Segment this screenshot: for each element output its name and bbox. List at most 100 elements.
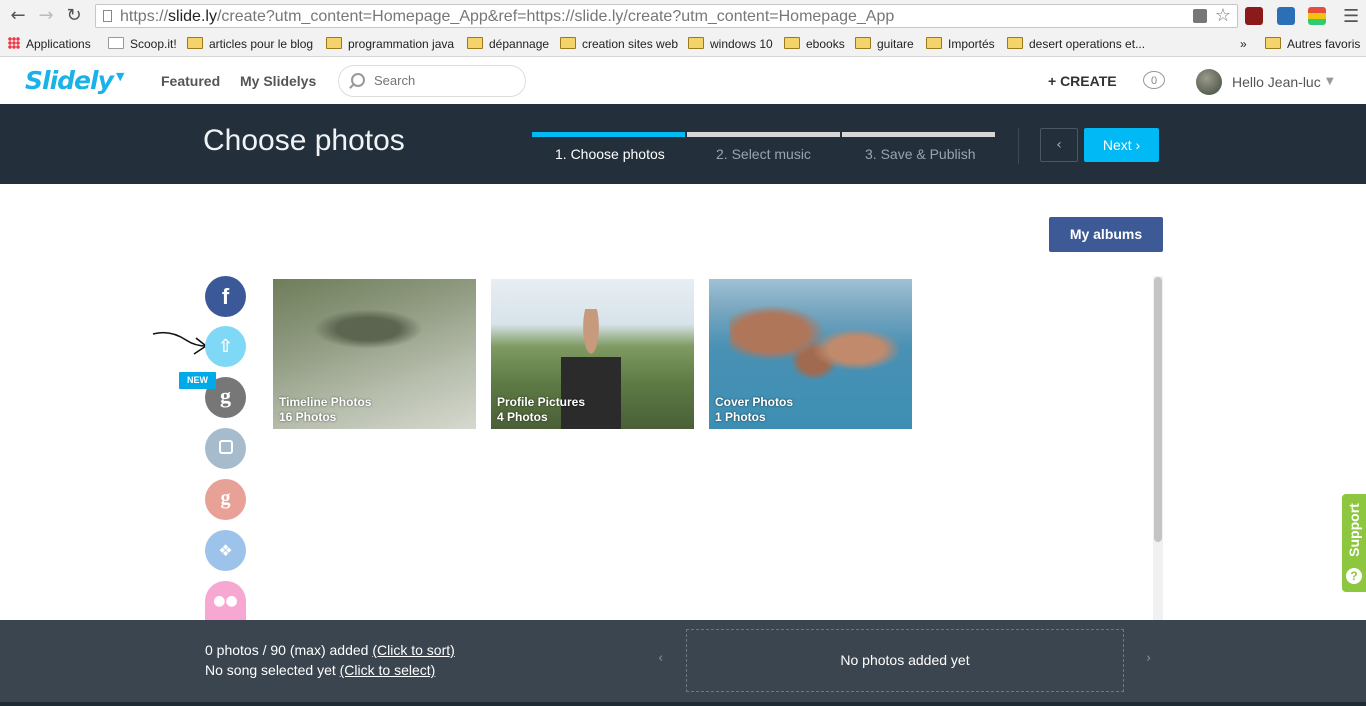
- bookmark-folder[interactable]: desert operations et...: [1007, 36, 1145, 52]
- bookmark-folder[interactable]: windows 10: [688, 36, 773, 52]
- click-to-sort-link[interactable]: (Click to sort): [372, 642, 454, 658]
- instagram-source-button[interactable]: [205, 428, 246, 469]
- divider: [1018, 128, 1019, 164]
- upload-icon: ⇧: [217, 336, 234, 357]
- folder-icon: [560, 37, 576, 49]
- bookmarks-bar: Applications Scoop.it! articles pour le …: [0, 33, 1366, 57]
- next-button[interactable]: Next ›: [1084, 128, 1159, 162]
- page-title: Choose photos: [203, 124, 405, 157]
- flickr-icon: ●●: [213, 593, 238, 609]
- bookmark-folder[interactable]: ebooks: [784, 36, 845, 52]
- bookmark-other-favorites[interactable]: Autres favoris: [1265, 36, 1360, 52]
- create-button[interactable]: + CREATE: [1048, 73, 1117, 89]
- album-caption: Cover Photos 1 Photos: [715, 395, 794, 424]
- folder-icon: [467, 37, 483, 49]
- page-icon: [108, 37, 124, 49]
- my-albums-button[interactable]: My albums: [1049, 217, 1163, 252]
- ublock-icon[interactable]: [1245, 7, 1263, 25]
- user-menu-chevron-icon[interactable]: ▼: [1326, 76, 1334, 87]
- extension-s-icon[interactable]: [1277, 7, 1295, 25]
- search-icon: [351, 73, 365, 87]
- album-caption: Timeline Photos 16 Photos: [279, 395, 372, 424]
- bottom-strip: [0, 702, 1366, 706]
- wizard-header: Choose photos 1. Choose photos 2. Select…: [0, 104, 1366, 184]
- footer-bar: 0 photos / 90 (max) added (Click to sort…: [0, 620, 1366, 706]
- browser-toolbar: ← → ↻ https://slide.ly/create?utm_conten…: [0, 0, 1366, 33]
- bookmark-folder[interactable]: articles pour le blog: [187, 36, 313, 52]
- getty-icon: g: [220, 383, 231, 408]
- folder-icon: [784, 37, 800, 49]
- google-source-button[interactable]: g: [205, 479, 246, 520]
- chevron-left-icon[interactable]: ‹: [658, 651, 663, 666]
- address-bar[interactable]: https://slide.ly/create?utm_content=Home…: [95, 4, 1238, 28]
- bookmark-applications[interactable]: Applications: [8, 36, 91, 52]
- facebook-source-button[interactable]: f: [205, 276, 246, 317]
- photos-count-line: 0 photos / 90 (max) added (Click to sort…: [205, 642, 455, 658]
- support-tab[interactable]: Support ?: [1342, 494, 1366, 592]
- song-line: No song selected yet (Click to select): [205, 662, 436, 678]
- scrollbar-thumb[interactable]: [1154, 277, 1162, 542]
- site-header: Slidely ▼ Featured My Slidelys + CREATE …: [0, 57, 1366, 105]
- apps-grid-icon: [8, 37, 20, 49]
- nav-featured[interactable]: Featured: [161, 73, 220, 89]
- url-text[interactable]: https://slide.ly/create?utm_content=Home…: [120, 8, 894, 26]
- folder-icon: [688, 37, 704, 49]
- avatar[interactable]: [1196, 69, 1222, 95]
- album-timeline-photos[interactable]: Timeline Photos 16 Photos: [273, 279, 476, 429]
- bookmark-scoopit[interactable]: Scoop.it!: [108, 36, 177, 52]
- back-icon[interactable]: ←: [8, 6, 28, 26]
- search-input[interactable]: [372, 72, 516, 89]
- click-to-select-link[interactable]: (Click to select): [340, 662, 436, 678]
- search-box[interactable]: [338, 65, 526, 97]
- help-icon: ?: [1346, 568, 1362, 584]
- google-icon: g: [220, 487, 231, 509]
- folder-icon: [855, 37, 871, 49]
- folder-icon: [187, 37, 203, 49]
- step-save-publish[interactable]: 3. Save & Publish: [865, 146, 976, 162]
- folder-icon: [1007, 37, 1023, 49]
- facebook-icon: f: [221, 284, 230, 309]
- user-greeting[interactable]: Hello Jean-luc: [1232, 74, 1321, 90]
- step-progress-2: [687, 132, 840, 137]
- album-thumbnail: [729, 289, 899, 399]
- previous-button[interactable]: ‹: [1040, 128, 1078, 162]
- new-badge: NEW: [179, 372, 216, 389]
- page-icon: [103, 10, 112, 22]
- bookmark-star-icon[interactable]: ☆: [1215, 5, 1231, 26]
- hand-drawn-arrow-annotation: [152, 331, 208, 355]
- step-progress-1: [532, 132, 685, 137]
- step-progress-3: [842, 132, 995, 137]
- translate-icon[interactable]: [1193, 9, 1207, 23]
- album-thumbnail: [313, 309, 423, 349]
- step-select-music[interactable]: 2. Select music: [716, 146, 811, 162]
- flickr-source-button[interactable]: ●●: [205, 581, 246, 620]
- bookmark-folder[interactable]: creation sites web: [560, 36, 678, 52]
- photos-drop-zone[interactable]: No photos added yet: [686, 629, 1124, 692]
- bookmarks-overflow[interactable]: »: [1240, 36, 1247, 52]
- bookmark-folder[interactable]: guitare: [855, 36, 914, 52]
- album-profile-pictures[interactable]: Profile Pictures 4 Photos: [491, 279, 694, 429]
- nav-my-slidelys[interactable]: My Slidelys: [240, 73, 316, 89]
- slidely-logo[interactable]: Slidely: [25, 66, 114, 95]
- chevron-right-icon[interactable]: ›: [1146, 651, 1151, 666]
- dropbox-source-button[interactable]: ❖: [205, 530, 246, 571]
- reload-icon[interactable]: ↻: [64, 6, 84, 26]
- instagram-icon: [218, 440, 233, 454]
- folder-icon: [326, 37, 342, 49]
- bookmark-folder[interactable]: dépannage: [467, 36, 549, 52]
- extension-color-icon[interactable]: [1308, 7, 1326, 25]
- upload-source-button[interactable]: ⇧: [205, 326, 246, 367]
- notifications-icon[interactable]: 0: [1143, 71, 1165, 89]
- bookmark-folder[interactable]: Importés: [926, 36, 995, 52]
- bookmark-folder[interactable]: programmation java: [326, 36, 454, 52]
- forward-icon[interactable]: →: [36, 6, 56, 26]
- support-label: Support: [1346, 503, 1362, 557]
- logo-dropdown-icon[interactable]: ▼: [116, 70, 124, 83]
- folder-icon: [926, 37, 942, 49]
- browser-menu-icon[interactable]: ☰: [1343, 6, 1359, 27]
- step-choose-photos[interactable]: 1. Choose photos: [555, 146, 665, 162]
- album-caption: Profile Pictures 4 Photos: [497, 395, 586, 424]
- folder-icon: [1265, 37, 1281, 49]
- dropbox-icon: ❖: [218, 541, 233, 560]
- album-cover-photos[interactable]: Cover Photos 1 Photos: [709, 279, 912, 429]
